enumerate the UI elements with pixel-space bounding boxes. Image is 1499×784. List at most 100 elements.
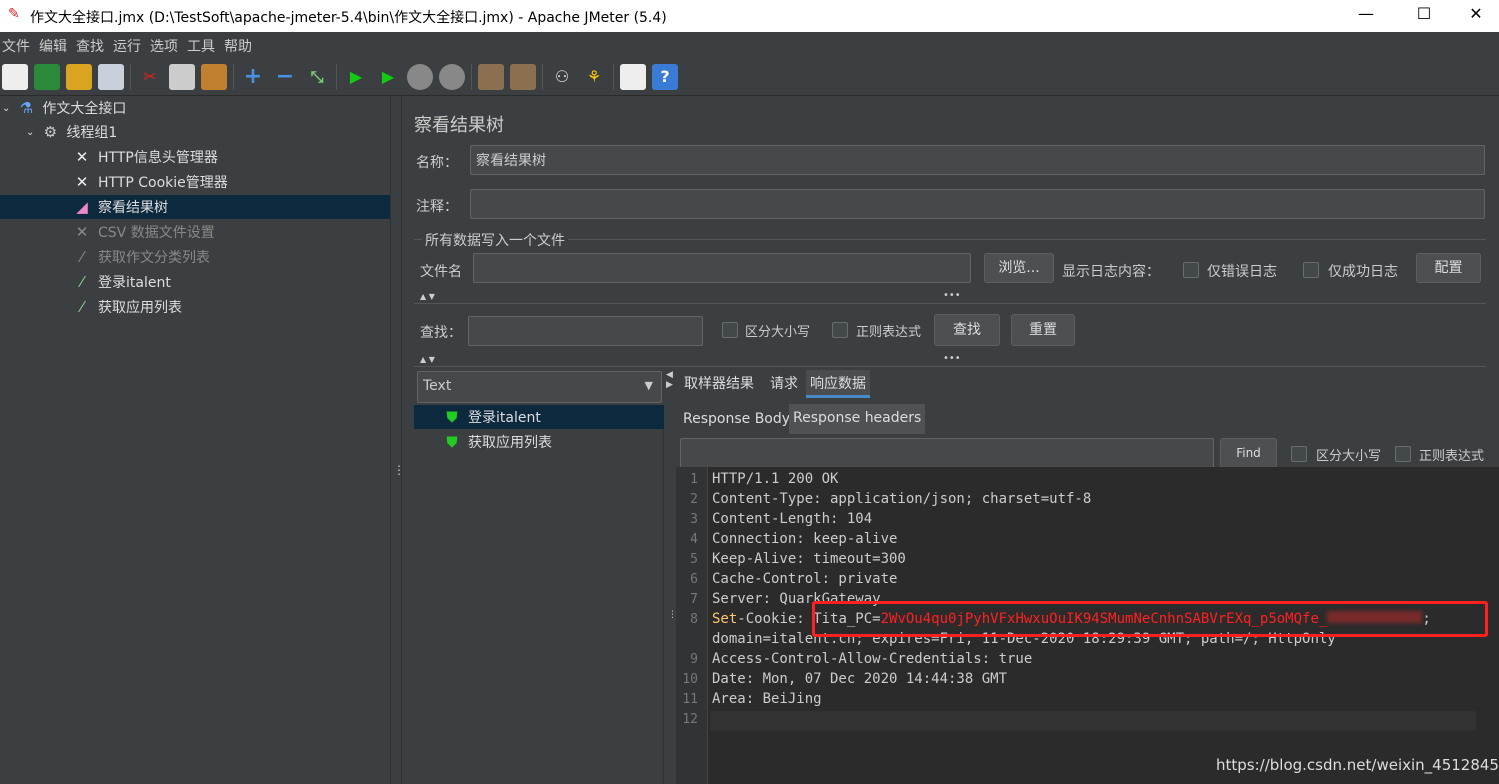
response-case-checkbox[interactable] (1291, 446, 1307, 462)
highlight-box (812, 601, 1488, 637)
comment-input[interactable] (470, 189, 1485, 219)
line-number: 12 (682, 712, 698, 727)
gear-icon: ⚙ (43, 123, 58, 141)
tree-item[interactable]: ✕ HTTP Cookie管理器 (72, 170, 228, 194)
tab-request[interactable]: 请求 (766, 370, 802, 398)
toolbar-separator (336, 63, 337, 90)
browse-button[interactable]: 浏览... (984, 253, 1054, 283)
watermark: https://blog.csdn.net/weixin_45128456 (1216, 756, 1499, 774)
new-icon[interactable] (2, 63, 28, 90)
wrench-icon: ✕ (75, 223, 89, 241)
line-number: 3 (690, 512, 698, 527)
chevron-down-icon[interactable]: ⌄ (26, 127, 34, 138)
search-input[interactable] (468, 316, 703, 346)
file-section-label: 所有数据写入一个文件 (422, 230, 568, 250)
menu-tools[interactable]: 工具 (187, 32, 221, 58)
sample-item[interactable]: ⛊ 登录italent (414, 405, 664, 429)
renderer-select[interactable]: Text ▼ (417, 371, 662, 403)
search-icon[interactable]: ⚇ (549, 64, 575, 90)
graph-icon: ◢ (76, 198, 88, 216)
name-label: 名称： (416, 155, 458, 171)
tab-response-data[interactable]: 响应数据 (806, 370, 870, 398)
line-number: 1 (690, 472, 698, 487)
tree-thread-group[interactable]: ⌄ ⚙ 线程组1 (26, 120, 117, 144)
tree-item[interactable]: ⁄ 获取应用列表 (72, 295, 182, 319)
name-input[interactable]: 察看结果树 (470, 145, 1485, 175)
menu-run[interactable]: 运行 (113, 32, 147, 58)
split-arrows-icon[interactable]: ▲ ▼ (420, 292, 435, 301)
save-icon[interactable] (98, 63, 124, 90)
case-sensitive-checkbox[interactable] (722, 322, 738, 338)
code-line: Date: Mon, 07 Dec 2020 14:44:38 GMT (712, 671, 1008, 687)
test-plan-tree: ⌄ ⚗ 作文大全接口 ⌄ ⚙ 线程组1 ✕ HTTP信息头管理器 ✕ HTTP Co… (0, 96, 390, 784)
shutdown-icon[interactable] (439, 63, 465, 90)
start-icon[interactable]: ▶ (343, 64, 369, 90)
divider (414, 366, 1486, 367)
function-helper-icon[interactable] (620, 63, 646, 90)
subtab-response-headers[interactable]: Response headers (789, 404, 926, 434)
expand-icon[interactable]: + (240, 64, 266, 90)
help-icon[interactable]: ? (652, 63, 678, 90)
tree-item[interactable]: ✕ CSV 数据文件设置 (72, 220, 215, 244)
configure-button[interactable]: 配置 (1416, 253, 1481, 283)
filename-input[interactable] (473, 253, 971, 283)
renderer-selected-value: Text (423, 378, 452, 394)
start-no-pause-icon[interactable]: ▶ (375, 64, 401, 90)
errors-only-checkbox[interactable] (1183, 262, 1199, 278)
tree-item-label: HTTP Cookie管理器 (98, 175, 228, 191)
toggle-icon[interactable]: ⤡ (304, 64, 330, 90)
chevron-down-icon[interactable]: ⌄ (2, 103, 10, 114)
tree-item[interactable]: ⁄ 获取作文分类列表 (72, 245, 210, 269)
sample-item[interactable]: ⛊ 获取应用列表 (442, 430, 552, 454)
code-line: Keep-Alive: timeout=300 (712, 551, 906, 567)
subtab-response-body[interactable]: Response Body (679, 405, 794, 433)
copy-icon[interactable] (169, 63, 195, 90)
minimize-button[interactable]: — (1343, 4, 1389, 23)
stop-icon[interactable] (407, 63, 433, 90)
tree-item-label: CSV 数据文件设置 (98, 225, 215, 241)
tree-item[interactable]: ⁄ 登录italent (72, 270, 171, 294)
response-find-button[interactable]: Find (1220, 438, 1277, 468)
menu-edit[interactable]: 编辑 (39, 32, 73, 58)
drag-handle-icon[interactable]: ••• (943, 290, 961, 301)
reset-search-icon[interactable]: ⚘ (581, 64, 607, 90)
split-arrows-icon[interactable]: ▲ ▼ (420, 355, 435, 364)
clear-all-icon[interactable] (510, 63, 536, 90)
tab-sampler-result[interactable]: 取样器结果 (680, 370, 758, 398)
jmeter-feather-icon: ✎ (8, 6, 20, 22)
menu-search[interactable]: 查找 (76, 32, 110, 58)
cut-icon[interactable]: ✂ (137, 64, 163, 90)
open-icon[interactable] (66, 63, 92, 90)
window-title: 作文大全接口.jmx (D:\TestSoft\apache-jmeter-5.… (30, 10, 667, 26)
line-number: 4 (690, 532, 698, 547)
menu-help[interactable]: 帮助 (224, 32, 258, 58)
collapse-arrows-icon[interactable]: ◀ ▶ (666, 370, 673, 390)
menu-options[interactable]: 选项 (150, 32, 184, 58)
paste-icon[interactable] (201, 63, 227, 90)
drag-handle-icon[interactable]: ••• (943, 353, 961, 364)
regex-checkbox[interactable] (832, 322, 848, 338)
tree-root[interactable]: ⌄ ⚗ 作文大全接口 (2, 96, 126, 120)
clear-icon[interactable] (478, 63, 504, 90)
regex-label: 正则表达式 (856, 325, 922, 340)
success-only-checkbox[interactable] (1303, 262, 1319, 278)
response-regex-label: 正则表达式 (1419, 449, 1485, 464)
panel-splitter[interactable] (390, 96, 402, 784)
reset-button[interactable]: 重置 (1011, 314, 1075, 346)
templates-icon[interactable] (34, 63, 60, 90)
close-button[interactable]: ✕ (1453, 4, 1499, 23)
response-headers-editor[interactable]: 1 HTTP/1.1 200 OK 2 Content-Type: applicati… (676, 467, 1499, 784)
menu-file[interactable]: 文件 (0, 32, 36, 58)
drag-handle-icon[interactable]: ⋮ (393, 463, 405, 477)
pipette-icon: ⁄ (80, 273, 84, 291)
maximize-button[interactable]: ☐ (1401, 4, 1447, 23)
find-button[interactable]: 查找 (934, 314, 1000, 346)
response-search-input[interactable] (680, 438, 1214, 468)
tree-item-label: 察看结果树 (98, 200, 168, 216)
line-number: 7 (690, 592, 698, 607)
chevron-down-icon: ▼ (644, 379, 653, 392)
tree-item[interactable]: ✕ HTTP信息头管理器 (72, 145, 218, 169)
response-regex-checkbox[interactable] (1395, 446, 1411, 462)
tree-item-selected[interactable]: ◢ 察看结果树 (0, 195, 390, 219)
collapse-icon[interactable]: − (272, 64, 298, 90)
